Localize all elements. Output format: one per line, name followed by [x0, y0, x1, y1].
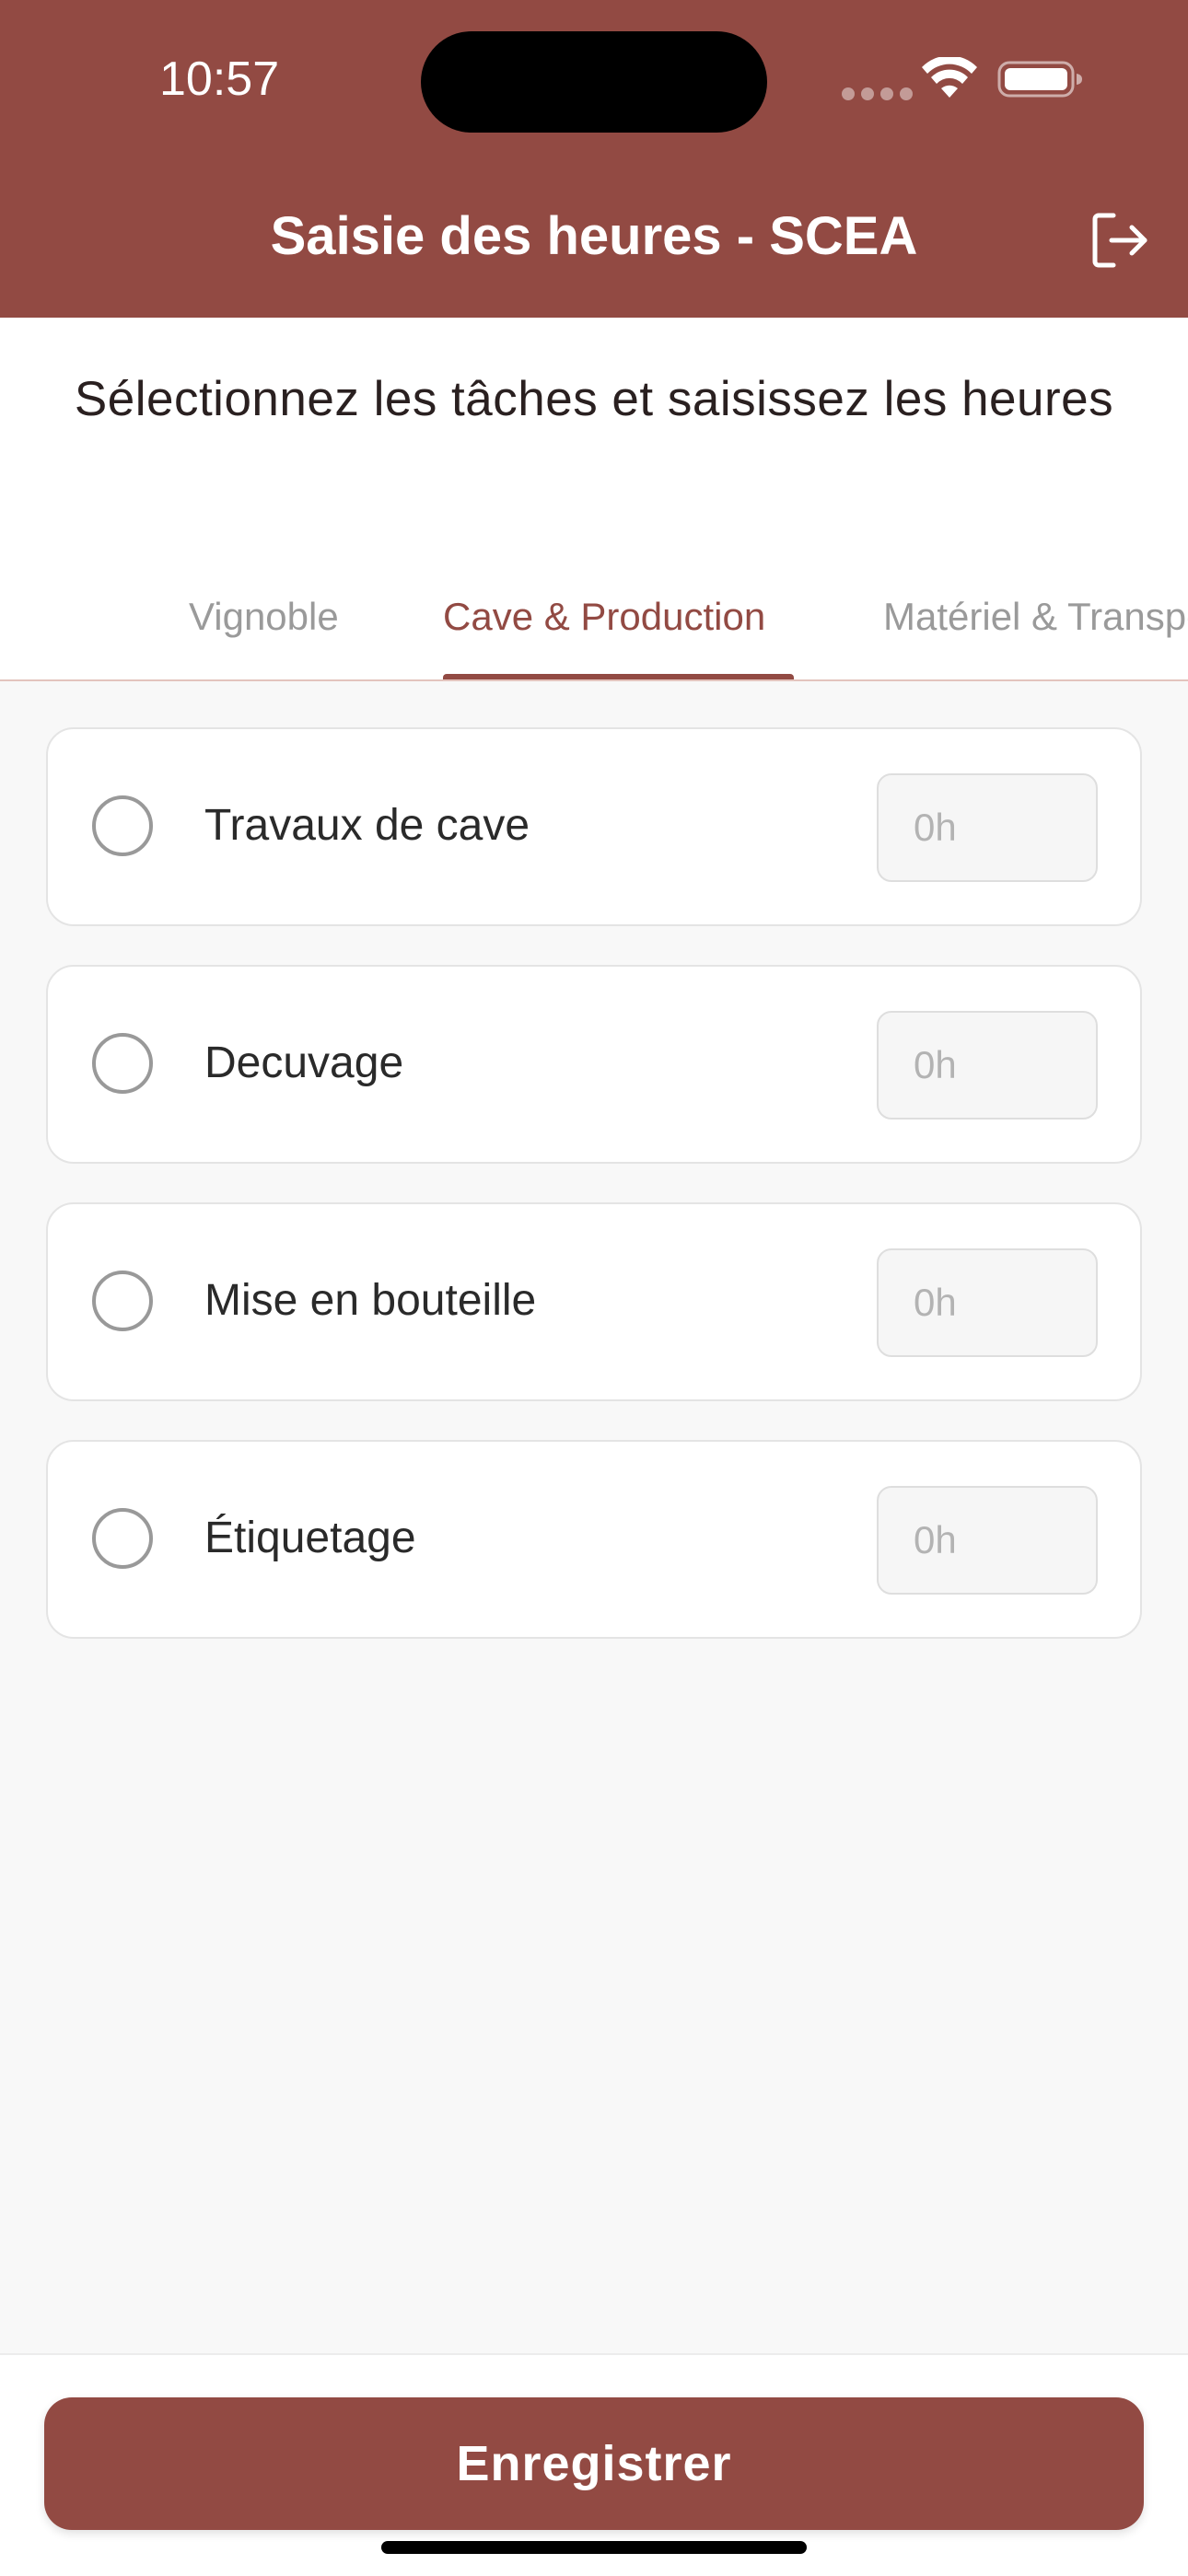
- tab-materiel-transport[interactable]: Matériel & Transport: [883, 589, 1188, 644]
- logout-icon[interactable]: [1089, 210, 1150, 271]
- task-label: Étiquetage: [204, 1514, 416, 1562]
- tab-vignoble[interactable]: Vignoble: [189, 589, 339, 644]
- home-indicator: [381, 2541, 807, 2554]
- hours-input[interactable]: [877, 1248, 1098, 1357]
- radio-unchecked-icon[interactable]: [92, 1033, 153, 1094]
- status-time: 10:57: [159, 52, 280, 106]
- wifi-icon: [922, 57, 977, 98]
- radio-unchecked-icon[interactable]: [92, 795, 153, 856]
- hours-input[interactable]: [877, 1011, 1098, 1120]
- task-card[interactable]: Decuvage: [46, 965, 1142, 1164]
- dynamic-island: [421, 31, 767, 133]
- category-tabs: Vignoble Cave & Production Matériel & Tr…: [0, 571, 1188, 681]
- task-label: Decuvage: [204, 1039, 404, 1087]
- task-label: Travaux de cave: [204, 801, 530, 850]
- task-label: Mise en bouteille: [204, 1276, 537, 1325]
- app-header: 10:57 Saisie des heures - SCEA: [0, 0, 1188, 318]
- task-card[interactable]: Mise en bouteille: [46, 1202, 1142, 1401]
- instruction-text: Sélectionnez les tâches et saisissez les…: [74, 372, 1114, 426]
- task-card[interactable]: Étiquetage: [46, 1440, 1142, 1639]
- task-card[interactable]: Travaux de cave: [46, 727, 1142, 926]
- signal-dots-icon: [842, 87, 913, 100]
- hours-input[interactable]: [877, 773, 1098, 882]
- battery-icon: [997, 61, 1082, 98]
- radio-unchecked-icon[interactable]: [92, 1271, 153, 1331]
- tabs-divider: [0, 679, 1188, 681]
- tab-cave-production[interactable]: Cave & Production: [443, 589, 765, 644]
- radio-unchecked-icon[interactable]: [92, 1508, 153, 1569]
- save-button[interactable]: Enregistrer: [44, 2397, 1144, 2530]
- hours-input[interactable]: [877, 1486, 1098, 1595]
- page-title: Saisie des heures - SCEA: [270, 206, 918, 266]
